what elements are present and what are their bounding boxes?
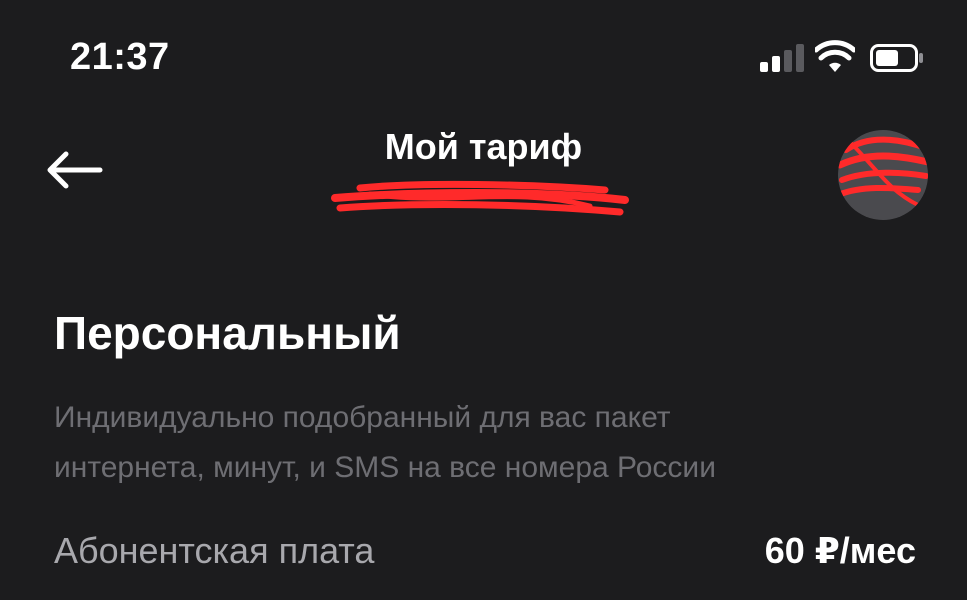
nav-bar: Мой тариф <box>0 110 967 230</box>
subscription-fee-label: Абонентская плата <box>54 530 375 571</box>
wifi-icon <box>815 40 855 72</box>
tariff-description-line-1: Индивидуально подобранный для вас пакет <box>54 401 671 434</box>
cellular-signal-icon <box>760 44 804 72</box>
tariff-description-line-2: интернета, минут, и SMS на все номера Ро… <box>54 451 716 484</box>
battery-icon <box>870 44 923 72</box>
tariff-description: Индивидуально подобранный для вас пакет … <box>54 393 914 493</box>
status-time: 21:37 <box>70 36 170 78</box>
user-avatar[interactable] <box>838 130 928 220</box>
subscription-fee-row: Абонентская плата 60 ₽/мес <box>54 524 916 584</box>
page-title: Мой тариф <box>384 126 583 167</box>
redacted-subtitle <box>331 180 629 216</box>
tariff-name: Персональный <box>54 307 401 359</box>
subscription-fee-value: 60 ₽/мес <box>764 530 916 571</box>
status-bar: 21:37 <box>0 0 967 110</box>
